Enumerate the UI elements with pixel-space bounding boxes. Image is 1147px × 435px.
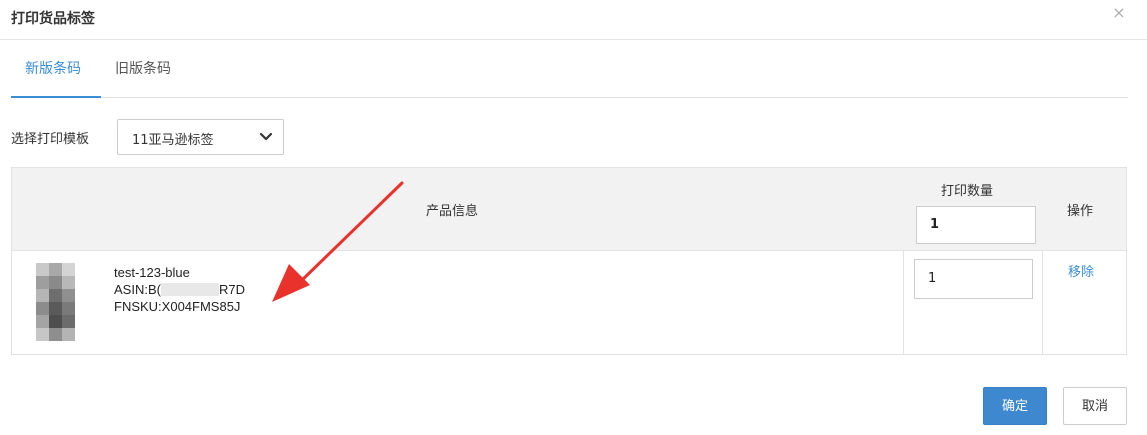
tab-new-barcode[interactable]: 新版条码	[25, 58, 81, 78]
product-thumbnail	[36, 263, 86, 343]
chevron-down-icon	[259, 132, 273, 141]
table-header: 产品信息 打印数量 1 操作	[12, 168, 1126, 251]
template-select[interactable]: 11亚马逊标签	[117, 119, 284, 155]
print-label-dialog: 打印货品标签 × 新版条码 旧版条码 选择打印模板 11亚马逊标签 产品信息 打…	[0, 0, 1147, 435]
product-name: test-123-blue	[114, 265, 190, 280]
column-divider	[903, 251, 904, 354]
bulk-quantity-input[interactable]: 1	[916, 206, 1036, 244]
active-tab-indicator	[11, 96, 101, 98]
dialog-title: 打印货品标签	[11, 11, 95, 27]
close-icon[interactable]: ×	[1108, 2, 1130, 24]
header-action: 操作	[1067, 204, 1094, 219]
remove-link[interactable]: 移除	[1068, 261, 1094, 280]
redacted-block	[160, 283, 219, 296]
confirm-button[interactable]: 确定	[983, 387, 1047, 425]
template-label: 选择打印模板	[11, 132, 90, 147]
cancel-button[interactable]: 取消	[1063, 387, 1127, 425]
product-asin: ASIN:B( R7D	[114, 281, 245, 298]
header-print-quantity: 打印数量	[941, 184, 994, 199]
column-divider	[1042, 251, 1043, 354]
template-selected-value: 11亚马逊标签	[132, 133, 214, 148]
asin-suffix: R7D	[218, 282, 245, 297]
header-product-info: 产品信息	[426, 204, 479, 219]
product-table: 产品信息 打印数量 1 操作 test-123-blue ASIN:B(R7D…	[11, 167, 1127, 355]
row-quantity-input[interactable]: 1	[914, 259, 1033, 299]
tab-old-barcode[interactable]: 旧版条码	[115, 58, 171, 78]
dialog-header: 打印货品标签 ×	[0, 0, 1147, 40]
product-info: test-123-blue ASIN:B( R7D FNSKU:X004FMS85…	[114, 264, 245, 315]
asin-prefix: ASIN:B(	[114, 282, 161, 297]
product-fnsku: FNSKU:X004FMS85J	[114, 299, 241, 314]
tab-bar: 新版条码 旧版条码	[11, 41, 1128, 98]
